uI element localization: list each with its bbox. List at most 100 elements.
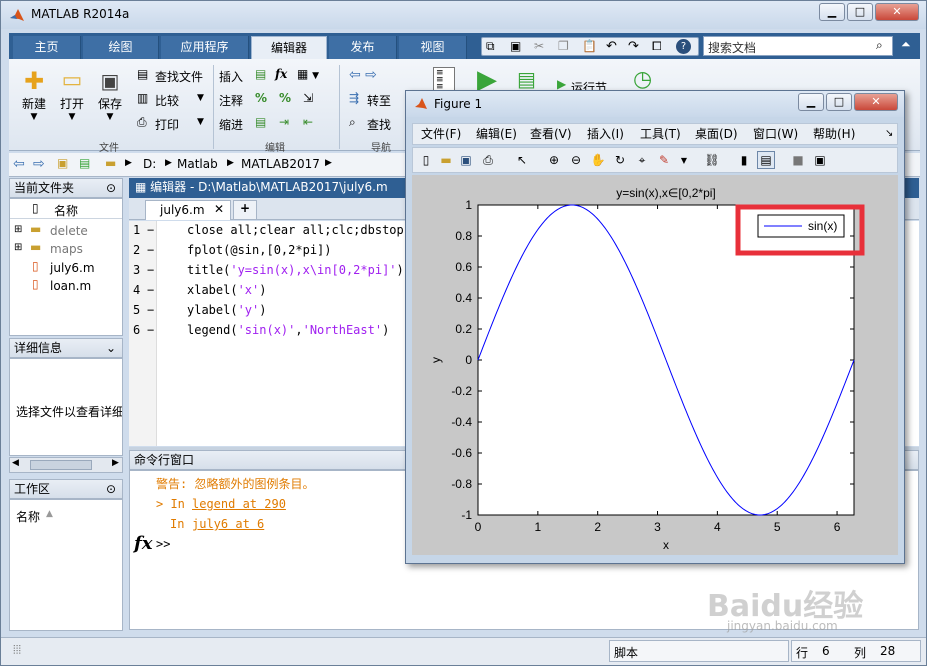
breakpoint-marker[interactable]: − [147, 223, 154, 237]
run-advance-icon[interactable]: ▤ [517, 67, 536, 91]
breakpoint-marker[interactable]: − [147, 303, 154, 317]
tab-editor[interactable]: 编辑器 [251, 36, 327, 59]
switch-windows-icon[interactable]: ⧠ [652, 39, 662, 54]
name-column-label[interactable]: 名称 [16, 508, 40, 525]
open-button[interactable]: ▭ 打开 ▼ [57, 67, 87, 133]
panel-menu-icon[interactable]: ⊙ [106, 179, 116, 197]
menu-tools[interactable]: 工具(T) [640, 124, 681, 144]
expand-icon[interactable]: ⊞ [14, 242, 22, 253]
back-icon[interactable]: ⇦ [13, 156, 25, 172]
sort-up-icon[interactable]: ▲ [46, 509, 53, 519]
data-cursor-icon[interactable]: ⌖ [633, 151, 651, 169]
menu-insert[interactable]: 插入(I) [587, 124, 624, 144]
compare-button[interactable]: ▥ 比较 ▼ [137, 91, 209, 109]
browse-folder-icon[interactable]: ▤ [79, 156, 90, 170]
breakpoint-marker[interactable]: − [147, 323, 154, 337]
edit-plot-icon[interactable]: ↖ [513, 151, 531, 169]
forward-icon[interactable]: ⇨ [33, 156, 45, 172]
zoom-in-icon[interactable]: ⊕ [545, 151, 563, 169]
stack-link[interactable]: july6 at 6 [192, 517, 264, 531]
command-prompt[interactable]: >> [156, 537, 170, 551]
expand-icon[interactable]: ⊞ [14, 224, 22, 235]
link-plot-icon[interactable]: ⛓ [703, 151, 721, 169]
figure-maximize-button[interactable]: □ [826, 93, 852, 111]
pan-icon[interactable]: ✋ [589, 151, 607, 169]
stack-link[interactable]: legend at 290 [192, 497, 286, 511]
new-button[interactable]: ✚ 新建 ▼ [19, 67, 49, 133]
scroll-left-icon[interactable]: ◀ [12, 458, 19, 468]
open-file-icon[interactable]: ▬ [437, 151, 455, 169]
cut-icon[interactable]: ✂ [534, 39, 544, 53]
uncomment-icon[interactable]: % [279, 91, 299, 109]
insert-legend-icon[interactable]: ▤ [757, 151, 775, 169]
close-tab-icon[interactable]: ✕ [214, 202, 224, 216]
help-icon[interactable]: ? [676, 39, 691, 54]
undo-icon[interactable]: ↶ [606, 39, 617, 54]
horizontal-scrollbar[interactable]: ◀ ▶ [9, 457, 123, 473]
maximize-button[interactable]: □ [847, 3, 873, 21]
path-matlab2017[interactable]: MATLAB2017 [241, 157, 320, 171]
list-item[interactable]: july6.m [50, 261, 95, 275]
print-figure-icon[interactable]: ⎙ [479, 151, 497, 169]
find-button[interactable]: ⌕ 查找 [349, 115, 411, 133]
menu-help[interactable]: 帮助(H) [813, 124, 855, 144]
zoom-out-icon[interactable]: ⊖ [567, 151, 585, 169]
brush-icon[interactable]: ✎ [655, 151, 673, 169]
decrease-indent-icon[interactable]: ⇤ [303, 115, 323, 133]
list-item[interactable]: maps [50, 242, 83, 256]
minimize-button[interactable]: ▁ [819, 3, 845, 21]
list-item[interactable]: delete [50, 224, 88, 238]
path-drive[interactable]: D: [143, 157, 156, 171]
menu-overflow-icon[interactable]: ↘ [885, 124, 893, 144]
more-insert-icon[interactable]: ▦ ▼ [297, 67, 327, 85]
insert-button[interactable]: 插入 ▤ [219, 67, 275, 85]
tab-apps[interactable]: 应用程序 [161, 36, 249, 59]
path-matlab[interactable]: Matlab [177, 157, 218, 171]
copy-icon[interactable]: ❐ [558, 39, 569, 53]
menu-view[interactable]: 查看(V) [530, 124, 572, 144]
breakpoint-marker[interactable]: − [147, 263, 154, 277]
tab-home[interactable]: 主页 [13, 36, 81, 59]
run-and-time-icon[interactable]: ◷ [633, 67, 652, 92]
hide-plot-tools-icon[interactable]: ■ [789, 151, 807, 169]
tab-publish[interactable]: 发布 [329, 36, 397, 59]
tab-plots[interactable]: 绘图 [83, 36, 159, 59]
list-item[interactable]: loan.m [50, 279, 91, 293]
panel-menu-icon[interactable]: ⊙ [106, 480, 116, 498]
wrap-comments-icon[interactable]: ⇲ [303, 91, 323, 109]
figure-minimize-button[interactable]: ▁ [798, 93, 824, 111]
show-plot-tools-icon[interactable]: ▣ [811, 151, 829, 169]
menu-edit[interactable]: 编辑(E) [476, 124, 517, 144]
scroll-thumb[interactable] [30, 460, 92, 470]
paste-icon[interactable]: 📋 [582, 39, 597, 53]
function-browser-icon[interactable]: fx [134, 533, 152, 554]
collapse-ribbon-icon[interactable]: ⏶ [901, 37, 911, 52]
editor-tab[interactable]: july6.m ✕ [145, 200, 231, 220]
redo-icon[interactable]: ↷ [628, 39, 639, 54]
menu-window[interactable]: 窗口(W) [753, 124, 798, 144]
save-button[interactable]: ▣ 保存 ▼ [95, 67, 125, 133]
scroll-right-icon[interactable]: ▶ [112, 458, 119, 468]
up-folder-icon[interactable]: ▣ [57, 156, 68, 170]
search-icon[interactable]: ⌕ [876, 38, 883, 53]
comment-button[interactable]: 注释% [219, 91, 275, 109]
tab-view[interactable]: 视图 [399, 36, 467, 59]
print-button[interactable]: ⎙ 打印 ▼ [137, 115, 209, 133]
breakpoint-marker[interactable]: − [147, 283, 154, 297]
insert-function-button[interactable]: fx [275, 67, 295, 85]
search-input[interactable]: 搜索文档 [708, 39, 756, 56]
find-files-button[interactable]: ▤ 查找文件 [137, 67, 217, 85]
save-icon[interactable]: ▣ [510, 39, 521, 53]
brush-dropdown-icon[interactable]: ▼ [675, 151, 693, 169]
indent-button[interactable]: 缩进 ▤ [219, 115, 275, 133]
breakpoint-marker[interactable]: − [147, 243, 154, 257]
goto-button[interactable]: ⇶ 转至 [349, 91, 411, 109]
search-documentation[interactable]: 搜索文档 ⌕ [703, 36, 893, 56]
new-figure-icon[interactable]: ▯ [417, 151, 435, 169]
chevron-down-icon[interactable]: ⌄ [106, 339, 116, 357]
close-button[interactable]: ✕ [875, 3, 919, 21]
menu-desktop[interactable]: 桌面(D) [695, 124, 738, 144]
menu-file[interactable]: 文件(F) [421, 124, 461, 144]
name-column-label[interactable]: 名称 [54, 202, 78, 219]
figure-close-button[interactable]: ✕ [854, 93, 898, 111]
